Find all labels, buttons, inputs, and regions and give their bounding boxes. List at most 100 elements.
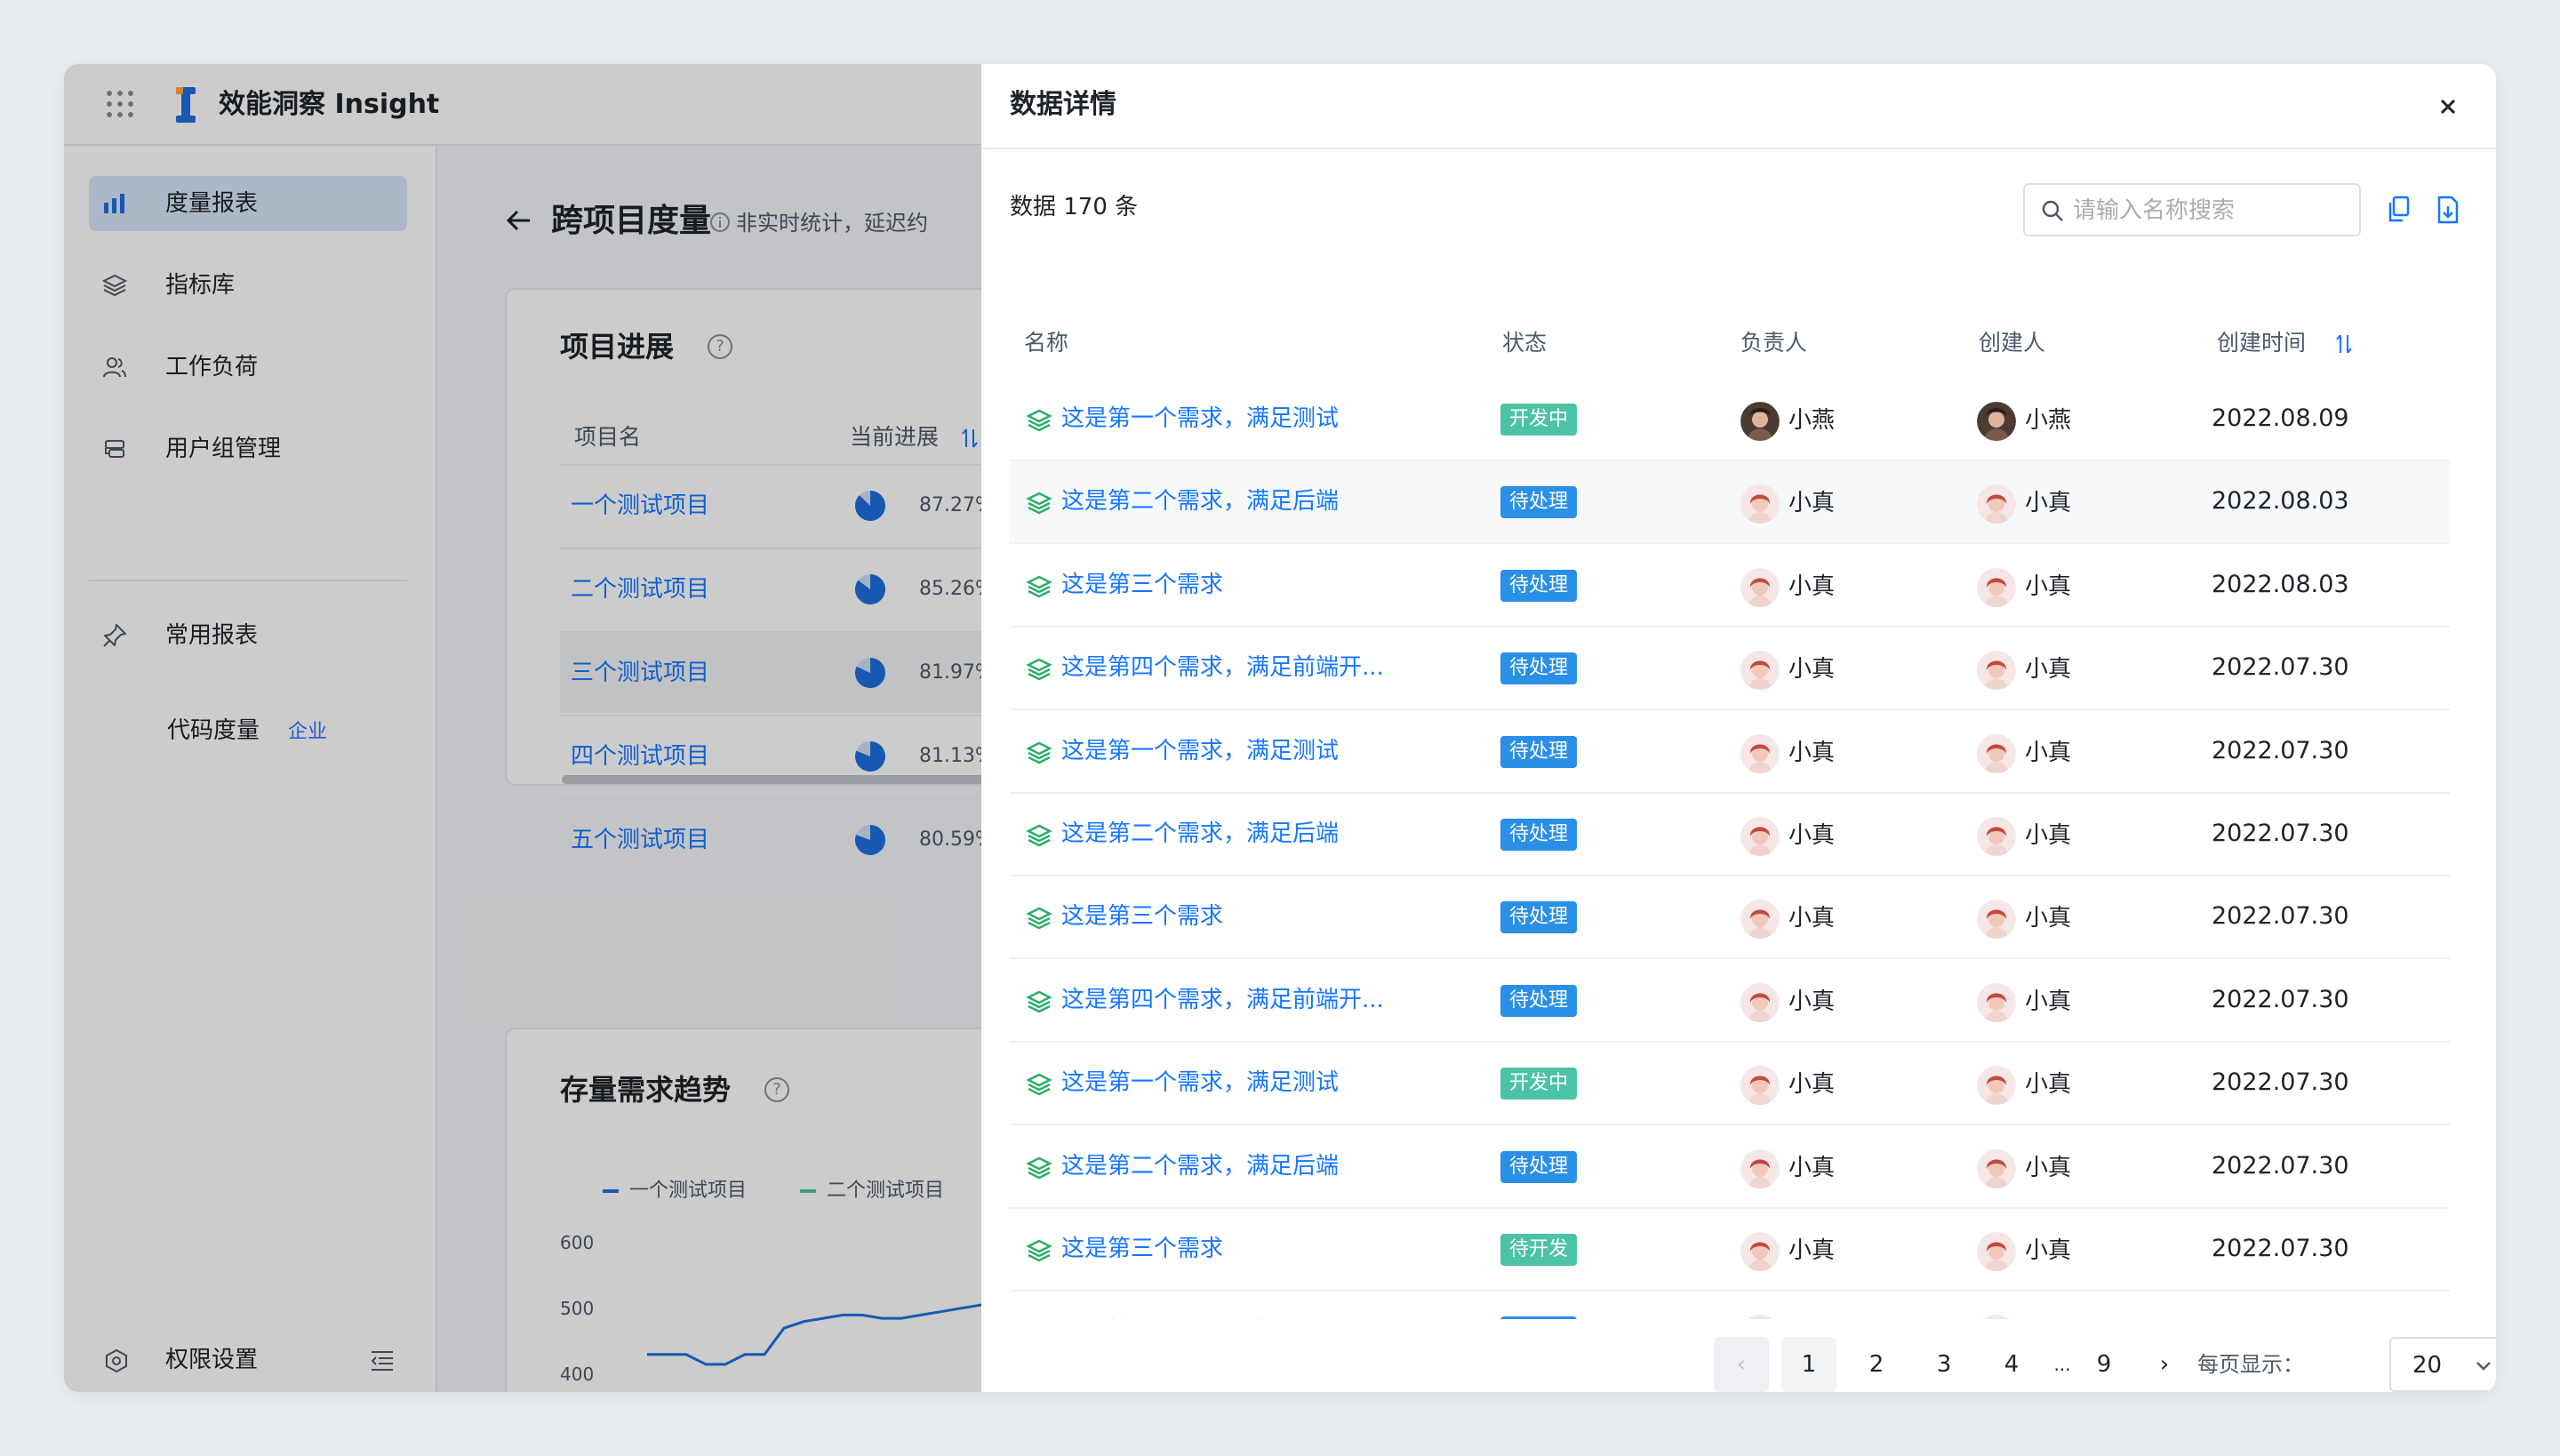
- creator-avatar: [1977, 817, 2016, 856]
- created-date: 2022.07.30: [2212, 820, 2349, 847]
- prev-page-button[interactable]: ‹: [1714, 1337, 1769, 1392]
- owner-name: 小真: [1788, 1154, 1836, 1181]
- table-row[interactable]: 这是第三个需求 待开发 小真 小真 2022.07.30: [1010, 1209, 2450, 1292]
- table-row[interactable]: 这是第二个需求，满足后端 待处理 小真 小真 2022.08.03: [1010, 461, 2450, 545]
- page-ellipsis: ...: [2053, 1354, 2071, 1375]
- per-page-select[interactable]: 20: [2389, 1337, 2496, 1392]
- layers-icon: [1026, 741, 1052, 764]
- created-date: 2022.07.30: [2212, 653, 2349, 682]
- owner-avatar: [1740, 651, 1780, 691]
- requirement-name-link[interactable]: 这是第三个需求: [1061, 570, 1223, 600]
- owner-name: 小真: [1788, 572, 1836, 600]
- creator-name: 小真: [2025, 988, 2072, 1015]
- table-row[interactable]: 这是第一个需求，满足测试 开发中 小真 小真 2022.07.30: [1010, 1043, 2450, 1126]
- creator-name: 小真: [2025, 656, 2072, 684]
- requirement-name-link[interactable]: 这是第二个需求，满足后端: [1061, 1151, 1339, 1181]
- search-box[interactable]: [2023, 183, 2361, 236]
- requirement-name-link[interactable]: 这是第二个需求，满足后端: [1061, 486, 1339, 516]
- export-file-icon[interactable]: [2436, 196, 2460, 224]
- drawer-header: 数据详情: [981, 64, 2496, 149]
- requirement-name-link[interactable]: 这是第四个需求，满足前端开...: [1061, 985, 1384, 1015]
- status-badge: 待处理: [1500, 901, 1578, 934]
- close-icon[interactable]: [2432, 91, 2464, 123]
- creator-avatar: [1977, 484, 2016, 524]
- owner-name: 小真: [1788, 988, 1836, 1015]
- layers-icon: [1026, 492, 1052, 515]
- creator-name: 小真: [2025, 1237, 2072, 1264]
- copy-icon[interactable]: [2386, 196, 2411, 224]
- creator-avatar: [1977, 402, 2016, 441]
- owner-name: 小真: [1788, 1071, 1836, 1099]
- status-badge: 待处理: [1500, 735, 1578, 768]
- table-row[interactable]: 这是第一个需求，满足测试 待处理 小真 小真 2022.07.30: [1010, 711, 2450, 794]
- status-badge: 开发中: [1500, 404, 1578, 436]
- status-badge: 待处理: [1500, 819, 1578, 851]
- creator-name: 小真: [2025, 905, 2072, 932]
- creator-avatar: [1977, 567, 2016, 607]
- app-window: 效能洞察 Insight 度量报表 指标库 工作负荷 用户组管理 常用报表 代码…: [64, 64, 2496, 1392]
- created-date: 2022.07.30: [2212, 902, 2349, 931]
- page-button[interactable]: 3: [1916, 1337, 1972, 1392]
- requirement-name-link[interactable]: 这是第一个需求，满足测试: [1061, 404, 1339, 434]
- status-badge: 待处理: [1500, 1316, 1578, 1319]
- layers-icon: [1026, 658, 1052, 681]
- table-row[interactable]: 这是第四个需求，满足前端开... 待处理小真 小真 2022.07.29: [1010, 1292, 2450, 1319]
- modal-overlay[interactable]: [64, 64, 981, 1392]
- creator-name: 小真: [2025, 822, 2072, 849]
- next-page-button[interactable]: ›: [2137, 1337, 2192, 1392]
- table-row[interactable]: 这是第四个需求，满足前端开... 待处理 小真 小真 2022.07.30: [1010, 628, 2450, 711]
- owner-name: 小真: [1788, 1318, 1835, 1319]
- layers-icon: [1026, 824, 1052, 847]
- owner-avatar: [1740, 733, 1780, 773]
- table-row[interactable]: 这是第三个需求 待处理 小真 小真 2022.08.03: [1010, 545, 2450, 628]
- chevron-down-icon: [2476, 1362, 2491, 1371]
- created-date: 2022.07.30: [2212, 985, 2349, 1013]
- owner-avatar: [1740, 1148, 1780, 1188]
- per-page-value: 20: [2412, 1352, 2443, 1379]
- layers-icon: [1026, 1239, 1052, 1262]
- requirement-name-link[interactable]: 这是第二个需求，满足后端: [1061, 819, 1339, 849]
- page-button[interactable]: 9: [2076, 1337, 2132, 1392]
- created-date: 2022.07.30: [2212, 1068, 2349, 1097]
- creator-avatar: [1977, 1232, 2016, 1271]
- creator-avatar: [1977, 651, 2016, 691]
- search-input[interactable]: [2073, 194, 2348, 228]
- requirement-name-link[interactable]: 这是第四个需求，满足前端开...: [1061, 652, 1384, 683]
- owner-name: 小真: [1788, 656, 1836, 684]
- requirement-name-link[interactable]: 这是第四个需求，满足前端开...: [1061, 1316, 1384, 1319]
- created-date: 2022.08.03: [2212, 570, 2349, 598]
- page-button[interactable]: 4: [1984, 1337, 2039, 1392]
- requirement-name-link[interactable]: 这是第三个需求: [1061, 901, 1223, 932]
- owner-name: 小真: [1788, 490, 1836, 517]
- table-row[interactable]: 这是第四个需求，满足前端开... 待处理 小真 小真 2022.07.30: [1010, 960, 2450, 1043]
- creator-avatar: [1977, 982, 2016, 1022]
- owner-avatar: [1740, 484, 1780, 524]
- created-date: 2022.08.03: [2212, 487, 2349, 516]
- requirement-name-link[interactable]: 这是第三个需求: [1061, 1234, 1223, 1264]
- owner-avatar: [1740, 900, 1780, 940]
- requirement-name-link[interactable]: 这是第一个需求，满足测试: [1061, 736, 1339, 766]
- table-row[interactable]: 这是第二个需求，满足后端 待处理 小真 小真 2022.07.30: [1010, 794, 2450, 876]
- table-row[interactable]: 这是第三个需求 待处理 小真 小真 2022.07.30: [1010, 876, 2450, 960]
- data-detail-drawer: 数据详情 数据 170 条 名称 状态 负责人 创建人 创建时间 这是第一个需求…: [981, 64, 2496, 1392]
- per-page-label: 每页显示：: [2197, 1352, 2304, 1377]
- creator-name: 小真: [2025, 490, 2072, 517]
- drawer-title: 数据详情: [1010, 89, 1116, 120]
- data-table-body: 这是第一个需求，满足测试 开发中 小燕 小燕 2022.08.09 这是第二个需求，满足后…: [1010, 324, 2450, 1319]
- status-badge: 待处理: [1500, 984, 1578, 1017]
- layers-icon: [1026, 1073, 1052, 1096]
- status-badge: 待处理: [1500, 1150, 1578, 1183]
- status-badge: 待处理: [1500, 652, 1578, 685]
- owner-name: 小真: [1788, 822, 1836, 849]
- creator-avatar: [1977, 1315, 2016, 1319]
- owner-name: 小真: [1788, 905, 1836, 932]
- pagination: ‹ 1 2 3 4... 9 › 每页显示： 20: [981, 1326, 2496, 1392]
- page-button[interactable]: 2: [1849, 1337, 1904, 1392]
- table-row[interactable]: 这是第一个需求，满足测试 开发中 小燕 小燕 2022.08.09: [1010, 379, 2450, 461]
- page-button[interactable]: 1: [1781, 1337, 1836, 1392]
- table-row[interactable]: 这是第二个需求，满足后端 待处理 小真 小真 2022.07.30: [1010, 1126, 2450, 1209]
- creator-name: 小真: [2025, 1071, 2072, 1099]
- created-date: 2022.07.30: [2212, 736, 2349, 764]
- creator-name: 小燕: [2025, 407, 2072, 434]
- requirement-name-link[interactable]: 这是第一个需求，满足测试: [1061, 1068, 1339, 1098]
